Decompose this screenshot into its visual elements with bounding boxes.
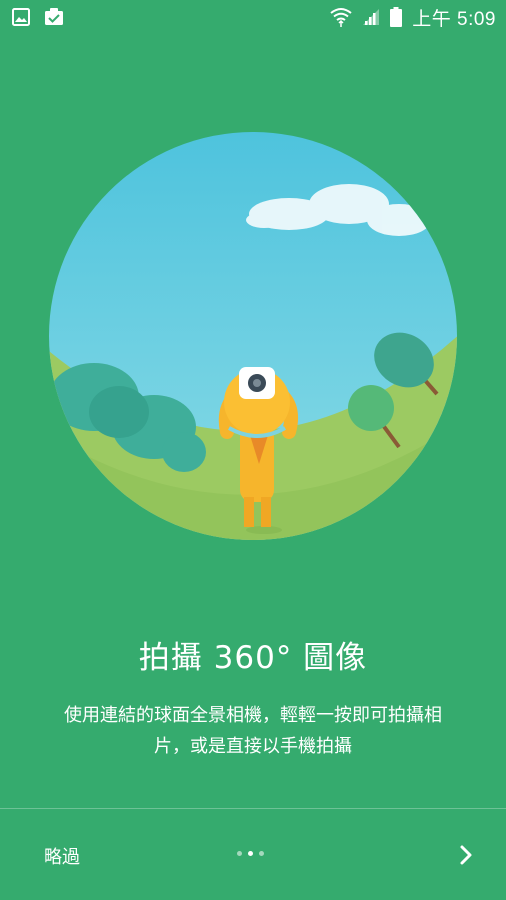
onboarding-title: 拍攝 360° 圖像 (138, 640, 368, 676)
illustration-svg (49, 132, 457, 540)
page-dot-1 (237, 851, 242, 856)
next-button[interactable] (448, 839, 484, 875)
page-dot-3 (259, 851, 264, 856)
battery-icon (390, 7, 403, 27)
page-indicator (237, 851, 264, 856)
onboarding-illustration (49, 132, 457, 540)
onboarding-description: 使用連結的球面全景相機，輕輕一按即可拍攝相片，或是直接以手機拍攝 (64, 705, 442, 757)
status-time: 上午 5:09 (412, 8, 496, 30)
image-icon (12, 8, 30, 26)
wifi-icon (330, 7, 352, 27)
bottom-navigation: 略過 (0, 809, 506, 900)
skip-button[interactable]: 略過 (30, 837, 94, 875)
clipboard-check-icon (44, 8, 64, 26)
page-dot-2-active (248, 851, 253, 856)
chevron-right-icon (459, 844, 473, 870)
status-right-icons: 上午 5:09 (330, 4, 496, 31)
status-bar: 上午 5:09 (0, 0, 506, 34)
status-left-icons (12, 8, 64, 26)
signal-icon (362, 8, 380, 26)
